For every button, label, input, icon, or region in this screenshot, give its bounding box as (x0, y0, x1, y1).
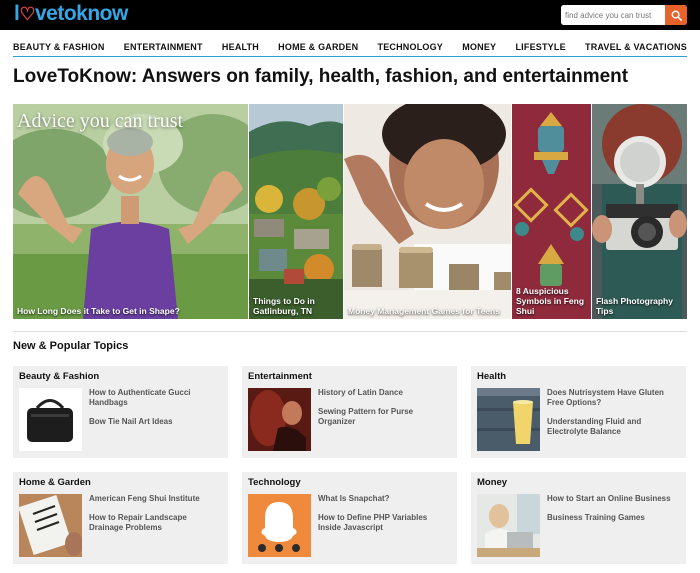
search-box (561, 5, 687, 25)
topic-links: History of Latin Dance Sewing Pattern fo… (318, 388, 451, 436)
drink-image (477, 388, 540, 451)
nav-beauty-fashion[interactable]: BEAUTY & FASHION (13, 37, 105, 56)
topic-card-entertainment: Entertainment History of Latin Dance Sew… (242, 366, 457, 458)
topic-card-title[interactable]: Beauty & Fashion (19, 371, 99, 382)
search-input[interactable] (561, 5, 665, 25)
topic-links: How to Authenticate Gucci Handbags Bow T… (89, 388, 222, 436)
notes-image (19, 494, 82, 557)
section-title: New & Popular Topics (13, 340, 129, 352)
hero-caption: 8 Auspicious Symbols in Feng Shui (516, 286, 585, 316)
topic-card-title[interactable]: Home & Garden (19, 477, 91, 488)
main-nav: BEAUTY & FASHION ENTERTAINMENT HEALTH HO… (13, 37, 687, 57)
dance-image (248, 388, 311, 451)
topic-link[interactable]: How to Define PHP Variables Inside Javas… (318, 513, 451, 533)
hero-tile-feng-shui[interactable]: 8 Auspicious Symbols in Feng Shui (512, 104, 591, 319)
coins-photo (344, 104, 511, 319)
hero-tile-gatlinburg[interactable]: Things to Do in Gatlinburg, TN (249, 104, 343, 319)
gatlinburg-photo (249, 104, 343, 319)
search-icon (671, 10, 682, 21)
camera-photo (592, 104, 687, 319)
laptop-thumbnail[interactable] (477, 494, 540, 557)
handbag-thumbnail[interactable] (19, 388, 82, 451)
topic-links: What Is Snapchat? How to Define PHP Vari… (318, 494, 451, 542)
page-title: LoveToKnow: Answers on family, health, f… (13, 66, 629, 87)
topic-card-health: Health Does Nutrisystem Have Gluten Free… (471, 366, 686, 458)
nav-travel-vacations[interactable]: TRAVEL & VACATIONS (585, 37, 687, 56)
topic-links: Does Nutrisystem Have Gluten Free Option… (547, 388, 680, 446)
fitness-woman-photo (13, 104, 248, 319)
snapchat-ghost-image (248, 494, 311, 557)
hero-caption: How Long Does it Take to Get in Shape? (17, 306, 180, 316)
topic-link[interactable]: Sewing Pattern for Purse Organizer (318, 407, 451, 427)
top-bar: l♡vetoknow (0, 0, 700, 30)
hero-caption: Money Management Games for Teens (348, 306, 500, 316)
search-button[interactable] (665, 5, 687, 25)
topic-card-money: Money How to Start an Online Business Bu… (471, 472, 686, 564)
hero-tile-fitness[interactable]: Advice you can trust How Long Does it Ta… (13, 104, 248, 319)
topic-link[interactable]: How to Repair Landscape Drainage Problem… (89, 513, 222, 533)
topic-link[interactable]: Business Training Games (547, 513, 680, 523)
nav-technology[interactable]: TECHNOLOGY (378, 37, 444, 56)
topic-link[interactable]: Bow Tie Nail Art Ideas (89, 417, 222, 427)
nav-money[interactable]: MONEY (462, 37, 496, 56)
logo-heart-icon: ♡ (19, 4, 35, 24)
topic-card-title[interactable]: Technology (248, 477, 301, 488)
hero-caption: Flash Photography Tips (596, 296, 673, 316)
topic-card-title[interactable]: Health (477, 371, 506, 382)
hero-tagline: Advice you can trust (17, 110, 184, 132)
topic-link[interactable]: How to Start an Online Business (547, 494, 680, 504)
hero-tile-money[interactable]: Money Management Games for Teens (344, 104, 511, 319)
nav-home-garden[interactable]: HOME & GARDEN (278, 37, 358, 56)
topic-link[interactable]: History of Latin Dance (318, 388, 451, 398)
woman-laptop-image (477, 494, 540, 557)
topic-link[interactable]: American Feng Shui Institute (89, 494, 222, 504)
nav-entertainment[interactable]: ENTERTAINMENT (124, 37, 203, 56)
topic-link[interactable]: Does Nutrisystem Have Gluten Free Option… (547, 388, 680, 408)
nav-lifestyle[interactable]: LIFESTYLE (515, 37, 565, 56)
topic-links: American Feng Shui Institute How to Repa… (89, 494, 222, 542)
nav-health[interactable]: HEALTH (222, 37, 259, 56)
logo-text-end: vetoknow (34, 2, 128, 25)
topic-card-title[interactable]: Entertainment (248, 371, 312, 382)
topic-link[interactable]: How to Authenticate Gucci Handbags (89, 388, 222, 408)
snapchat-thumbnail[interactable] (248, 494, 311, 557)
topic-card-title[interactable]: Money (477, 477, 507, 488)
topic-card-beauty-fashion: Beauty & Fashion How to Authenticate Guc… (13, 366, 228, 458)
topic-links: How to Start an Online Business Business… (547, 494, 680, 532)
topic-card-technology: Technology What Is Snapchat? How to Defi… (242, 472, 457, 564)
topic-link[interactable]: What Is Snapchat? (318, 494, 451, 504)
dance-thumbnail[interactable] (248, 388, 311, 451)
handbag-image (19, 388, 82, 451)
drink-thumbnail[interactable] (477, 388, 540, 451)
topic-card-home-garden: Home & Garden American Feng Shui Institu… (13, 472, 228, 564)
topic-link[interactable]: Understanding Fluid and Electrolyte Bala… (547, 417, 680, 437)
site-logo[interactable]: l♡vetoknow (14, 2, 128, 26)
notes-thumbnail[interactable] (19, 494, 82, 557)
hero-tile-photography[interactable]: Flash Photography Tips (592, 104, 687, 319)
divider (13, 331, 687, 332)
hero-caption: Things to Do in Gatlinburg, TN (253, 296, 315, 316)
